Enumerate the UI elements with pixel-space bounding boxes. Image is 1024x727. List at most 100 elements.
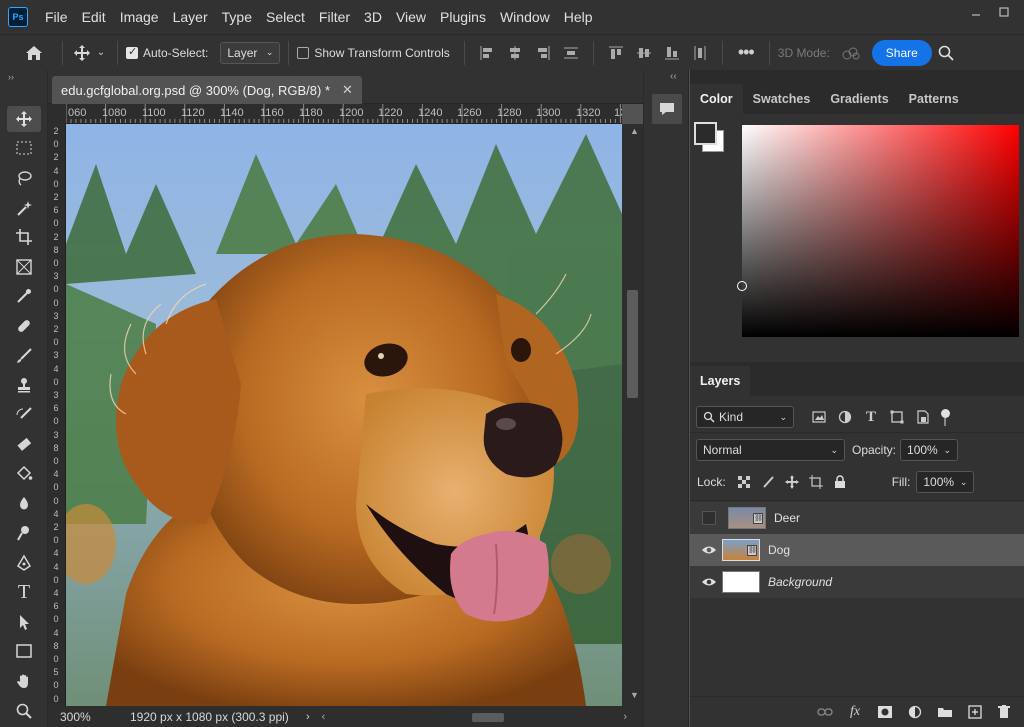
menu-plugins[interactable]: Plugins bbox=[433, 0, 493, 34]
foreground-color-swatch[interactable] bbox=[694, 122, 717, 145]
scroll-up-icon[interactable]: ▲ bbox=[630, 126, 639, 136]
rectangle-tool-button[interactable] bbox=[0, 637, 48, 667]
delete-layer-icon[interactable] bbox=[990, 705, 1018, 719]
menu-edit[interactable]: Edit bbox=[75, 0, 113, 34]
scroll-left-icon[interactable]: ‹ bbox=[322, 711, 326, 723]
3d-orbit-icon[interactable] bbox=[836, 45, 866, 61]
frame-tool-button[interactable] bbox=[0, 252, 48, 282]
align-right-icon[interactable] bbox=[529, 45, 557, 61]
show-transform-checkbox[interactable] bbox=[297, 46, 310, 59]
fill-input[interactable]: 100% ⌄ bbox=[916, 471, 975, 493]
scroll-right-icon[interactable]: › bbox=[623, 711, 627, 723]
adjustment-layer-filter-icon[interactable] bbox=[832, 410, 858, 424]
stamp-tool-button[interactable] bbox=[0, 370, 48, 400]
filter-toggle-icon[interactable] bbox=[936, 408, 954, 426]
visibility-toggle-off[interactable] bbox=[702, 511, 716, 525]
shape-layer-filter-icon[interactable] bbox=[884, 410, 910, 424]
brush-tool-button[interactable] bbox=[0, 341, 48, 371]
fx-icon[interactable]: fx bbox=[840, 704, 870, 720]
lock-artboard-icon[interactable] bbox=[804, 475, 828, 489]
distribute-horizontal-icon[interactable] bbox=[686, 45, 714, 61]
horizontal-scrollbar[interactable] bbox=[329, 710, 619, 724]
path-selection-tool-button[interactable] bbox=[0, 607, 48, 637]
layer-row-background[interactable]: Background bbox=[690, 566, 1024, 598]
smart-object-filter-icon[interactable] bbox=[910, 410, 936, 424]
new-layer-icon[interactable] bbox=[960, 705, 990, 719]
pixel-layer-filter-icon[interactable] bbox=[806, 411, 832, 423]
pen-tool-button[interactable] bbox=[0, 548, 48, 578]
blend-mode-dropdown[interactable]: Normal ⌄ bbox=[696, 439, 845, 461]
scroll-down-icon[interactable]: ▼ bbox=[630, 690, 639, 700]
magic-wand-tool-button[interactable] bbox=[0, 193, 48, 223]
scrollbar-thumb[interactable] bbox=[472, 712, 505, 722]
history-brush-tool-button[interactable] bbox=[0, 400, 48, 430]
eyedropper-tool-button[interactable] bbox=[0, 282, 48, 312]
lock-all-icon[interactable] bbox=[828, 475, 852, 489]
eye-icon[interactable] bbox=[700, 542, 718, 558]
lock-transparency-icon[interactable] bbox=[732, 476, 756, 488]
type-layer-filter-icon[interactable]: T bbox=[858, 409, 884, 426]
eye-icon[interactable] bbox=[700, 574, 718, 590]
search-icon[interactable] bbox=[932, 45, 960, 61]
menu-window[interactable]: Window bbox=[493, 0, 557, 34]
layer-kind-filter[interactable]: Kind ⌄ bbox=[696, 406, 794, 428]
more-options-icon[interactable]: ••• bbox=[731, 42, 761, 63]
menu-view[interactable]: View bbox=[389, 0, 433, 34]
auto-select-dropdown[interactable]: Layer ⌄ bbox=[220, 41, 281, 64]
image-canvas[interactable] bbox=[66, 124, 622, 706]
link-layers-icon[interactable] bbox=[810, 707, 840, 717]
blur-tool-button[interactable] bbox=[0, 489, 48, 519]
expand-panel-icon[interactable]: ›› bbox=[0, 70, 47, 84]
align-middle-icon[interactable] bbox=[630, 45, 658, 61]
menu-file[interactable]: File bbox=[38, 0, 75, 34]
crop-tool-button[interactable] bbox=[0, 222, 48, 252]
auto-select-checkbox[interactable] bbox=[126, 45, 138, 59]
align-bottom-icon[interactable] bbox=[658, 45, 686, 61]
document-tab[interactable]: edu.gcfglobal.org.psd @ 300% (Dog, RGB/8… bbox=[52, 76, 362, 104]
zoom-level[interactable]: 300% bbox=[60, 710, 120, 724]
menu-type[interactable]: Type bbox=[215, 0, 259, 34]
menu-select[interactable]: Select bbox=[259, 0, 312, 34]
new-group-icon[interactable] bbox=[930, 706, 960, 718]
lock-position-icon[interactable] bbox=[780, 475, 804, 489]
menu-3d[interactable]: 3D bbox=[357, 0, 389, 34]
collapse-panels-icon[interactable]: ‹‹ bbox=[670, 71, 677, 82]
color-picker-cursor[interactable] bbox=[737, 281, 747, 291]
dodge-tool-button[interactable] bbox=[0, 518, 48, 548]
new-adjustment-layer-icon[interactable] bbox=[900, 705, 930, 719]
add-mask-icon[interactable] bbox=[870, 705, 900, 719]
menu-help[interactable]: Help bbox=[557, 0, 600, 34]
menu-layer[interactable]: Layer bbox=[166, 0, 215, 34]
tab-gradients[interactable]: Gradients bbox=[820, 84, 898, 114]
tab-color[interactable]: Color bbox=[690, 84, 743, 114]
chevron-right-icon[interactable]: › bbox=[306, 711, 310, 723]
layer-row-deer[interactable]: ⛓ Deer bbox=[690, 502, 1024, 534]
maximize-icon[interactable] bbox=[990, 0, 1018, 24]
align-top-icon[interactable] bbox=[602, 45, 630, 61]
paint-bucket-tool-button[interactable] bbox=[0, 459, 48, 489]
layer-row-dog[interactable]: ⛓ Dog bbox=[690, 534, 1024, 566]
scrollbar-thumb[interactable] bbox=[627, 290, 638, 398]
color-picker-field[interactable] bbox=[737, 125, 1019, 337]
close-icon[interactable]: ✕ bbox=[342, 82, 353, 98]
menu-filter[interactable]: Filter bbox=[312, 0, 357, 34]
share-button[interactable]: Share bbox=[871, 39, 932, 66]
eraser-tool-button[interactable] bbox=[0, 430, 48, 460]
marquee-tool-button[interactable] bbox=[0, 134, 48, 164]
menu-image[interactable]: Image bbox=[113, 0, 166, 34]
tab-layers[interactable]: Layers bbox=[690, 366, 751, 396]
type-tool-button[interactable]: T bbox=[0, 578, 48, 608]
hand-tool-button[interactable] bbox=[0, 666, 48, 696]
opacity-input[interactable]: 100% ⌄ bbox=[900, 439, 959, 461]
minimize-icon[interactable] bbox=[962, 0, 990, 24]
comments-button[interactable] bbox=[652, 94, 682, 124]
tab-swatches[interactable]: Swatches bbox=[743, 84, 821, 114]
lock-image-pixels-icon[interactable] bbox=[756, 475, 780, 489]
distribute-vertical-icon[interactable] bbox=[557, 45, 585, 61]
move-tool-icon[interactable] bbox=[71, 44, 93, 62]
align-left-icon[interactable] bbox=[473, 45, 501, 61]
healing-brush-tool-button[interactable] bbox=[0, 311, 48, 341]
lasso-tool-button[interactable] bbox=[0, 163, 48, 193]
move-tool-button[interactable] bbox=[0, 104, 48, 134]
home-icon[interactable] bbox=[14, 44, 54, 62]
